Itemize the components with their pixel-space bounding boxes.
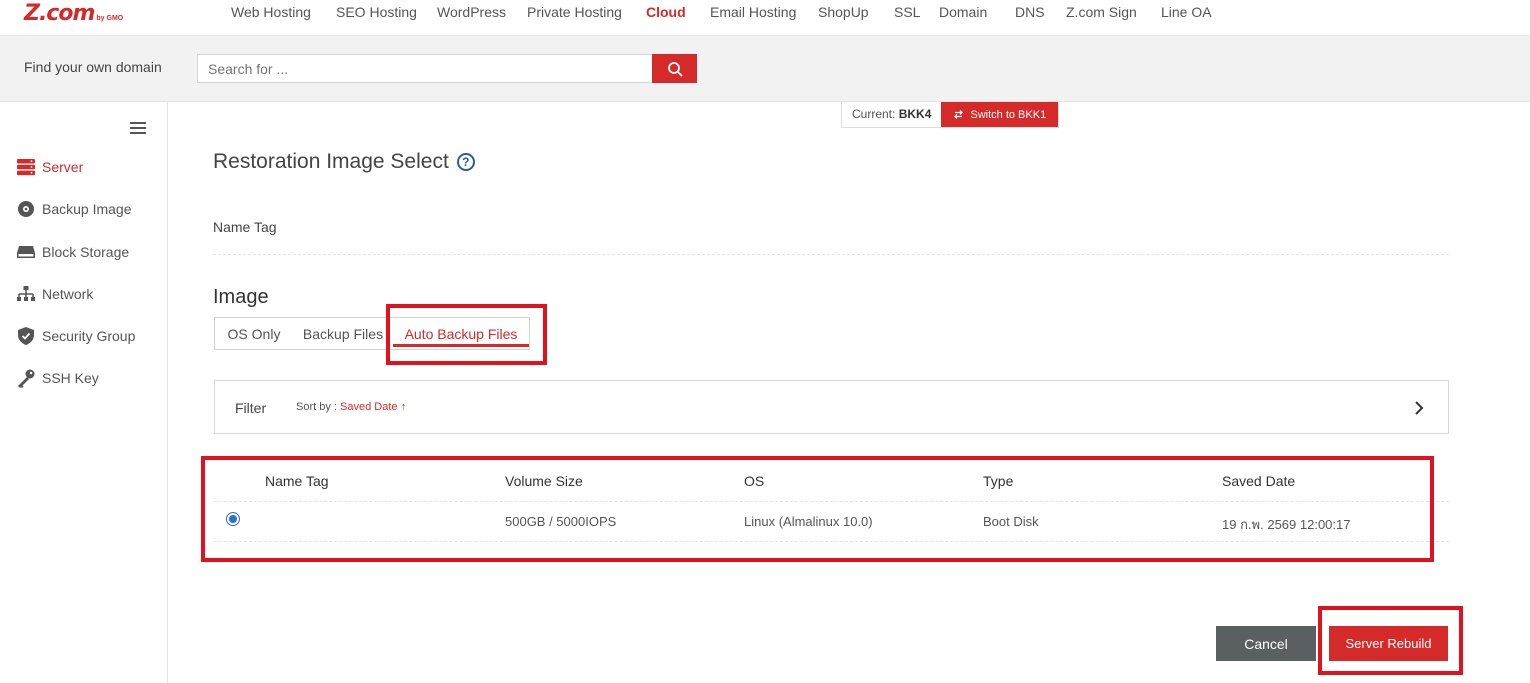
nav-seo-hosting[interactable]: SEO Hosting	[336, 4, 417, 20]
page-title: Restoration Image Select ?	[213, 150, 475, 174]
column-header-name-tag: Name Tag	[265, 473, 329, 489]
switch-region-button[interactable]: Switch to BKK1	[941, 102, 1059, 127]
current-region-label: Current:	[852, 107, 896, 121]
name-tag-label: Name Tag	[213, 219, 277, 235]
nav-domain[interactable]: Domain	[939, 4, 987, 20]
sidebar-item-label: Server	[42, 159, 84, 175]
sidebar: Server Backup Image Block Storage Networ…	[0, 102, 168, 683]
cell-saved-date: 19 ก.พ. 2569 12:00:17	[1222, 517, 1351, 532]
current-region-value: BKK4	[898, 107, 932, 121]
radio-selected-dot	[229, 515, 237, 523]
sidebar-item-block-storage[interactable]: Block Storage	[16, 240, 129, 264]
chevron-right-icon[interactable]	[1412, 399, 1426, 417]
menu-toggle-icon[interactable]	[130, 122, 146, 136]
sort-by: Sort by : Saved Date ↑	[296, 401, 406, 413]
shield-icon	[16, 326, 36, 346]
tab-label: Auto Backup Files	[404, 326, 518, 342]
server-rebuild-button[interactable]: Server Rebuild	[1329, 626, 1448, 661]
tab-os-only[interactable]: OS Only	[215, 318, 293, 349]
disc-icon	[16, 199, 36, 219]
row-divider	[214, 541, 1449, 542]
domain-search-bar: Find your own domain	[0, 36, 1530, 102]
sidebar-item-label: Block Storage	[42, 244, 130, 260]
filter-panel[interactable]: Filter Sort by : Saved Date ↑	[214, 380, 1449, 434]
cell-volume-size: 500GB / 5000IOPS	[505, 514, 617, 529]
highlight-box-table	[201, 456, 1434, 562]
sidebar-item-label: Backup Image	[42, 201, 132, 217]
image-source-tabs: OS Only Backup Files Auto Backup Files	[214, 317, 530, 350]
nav-cloud[interactable]: Cloud	[646, 4, 686, 20]
nav-private-hosting[interactable]: Private Hosting	[527, 4, 622, 20]
logo-text: Z.com	[24, 1, 95, 26]
nav-dns[interactable]: DNS	[1015, 4, 1045, 20]
sidebar-item-label: Network	[42, 286, 94, 302]
column-header-saved-date: Saved Date	[1222, 473, 1296, 489]
nav-zcom-sign[interactable]: Z.com Sign	[1066, 4, 1137, 20]
sidebar-item-network[interactable]: Network	[16, 282, 93, 306]
top-navigation: Z.com by GMO Web Hosting SEO Hosting Wor…	[0, 0, 1530, 36]
help-icon[interactable]: ?	[456, 153, 475, 171]
image-section-heading: Image	[213, 286, 269, 308]
nav-line-oa[interactable]: Line OA	[1161, 4, 1212, 20]
region-switcher: Current: BKK4 Switch to BKK1	[841, 102, 1060, 128]
cancel-button[interactable]: Cancel	[1216, 626, 1316, 661]
search-button[interactable]	[652, 54, 697, 83]
search-label: Find your own domain	[24, 59, 162, 75]
nav-wordpress[interactable]: WordPress	[437, 4, 506, 20]
divider	[213, 254, 1449, 255]
sidebar-item-label: SSH Key	[42, 370, 99, 386]
cell-os: Linux (Almalinux 10.0)	[744, 514, 873, 529]
tab-auto-backup-files[interactable]: Auto Backup Files	[393, 318, 529, 349]
tab-backup-files[interactable]: Backup Files	[293, 318, 393, 349]
sidebar-item-security-group[interactable]: Security Group	[16, 324, 135, 348]
active-tab-indicator	[393, 344, 529, 347]
network-icon	[16, 284, 36, 304]
switch-region-label: Switch to BKK1	[970, 108, 1047, 121]
sidebar-item-ssh-key[interactable]: SSH Key	[16, 366, 99, 390]
sidebar-item-label: Security Group	[42, 328, 136, 344]
swap-arrows-icon	[954, 110, 964, 119]
page-title-text: Restoration Image Select	[213, 150, 449, 173]
sort-by-label: Sort by :	[296, 401, 337, 413]
logo-subtext: by GMO	[96, 15, 124, 22]
server-icon	[16, 157, 36, 177]
sidebar-item-backup-image[interactable]: Backup Image	[16, 197, 132, 221]
key-icon	[16, 368, 36, 388]
nav-shopup[interactable]: ShopUp	[818, 4, 869, 20]
nav-email-hosting[interactable]: Email Hosting	[710, 4, 796, 20]
row-select-radio[interactable]	[226, 512, 240, 526]
current-region: Current: BKK4	[842, 102, 942, 127]
storage-icon	[16, 242, 36, 262]
cell-type: Boot Disk	[983, 514, 1039, 529]
sidebar-item-server[interactable]: Server	[16, 155, 83, 179]
nav-web-hosting[interactable]: Web Hosting	[231, 4, 311, 20]
zcom-logo[interactable]: Z.com by GMO	[24, 1, 123, 25]
row-divider	[214, 501, 1449, 502]
search-icon	[667, 61, 682, 76]
sort-by-value: Saved Date ↑	[340, 401, 407, 413]
domain-search-input[interactable]	[197, 54, 653, 83]
nav-ssl[interactable]: SSL	[894, 4, 920, 20]
column-header-volume-size: Volume Size	[505, 473, 583, 489]
filter-label: Filter	[235, 400, 267, 416]
column-header-type: Type	[983, 473, 1014, 489]
column-header-os: OS	[744, 473, 765, 489]
